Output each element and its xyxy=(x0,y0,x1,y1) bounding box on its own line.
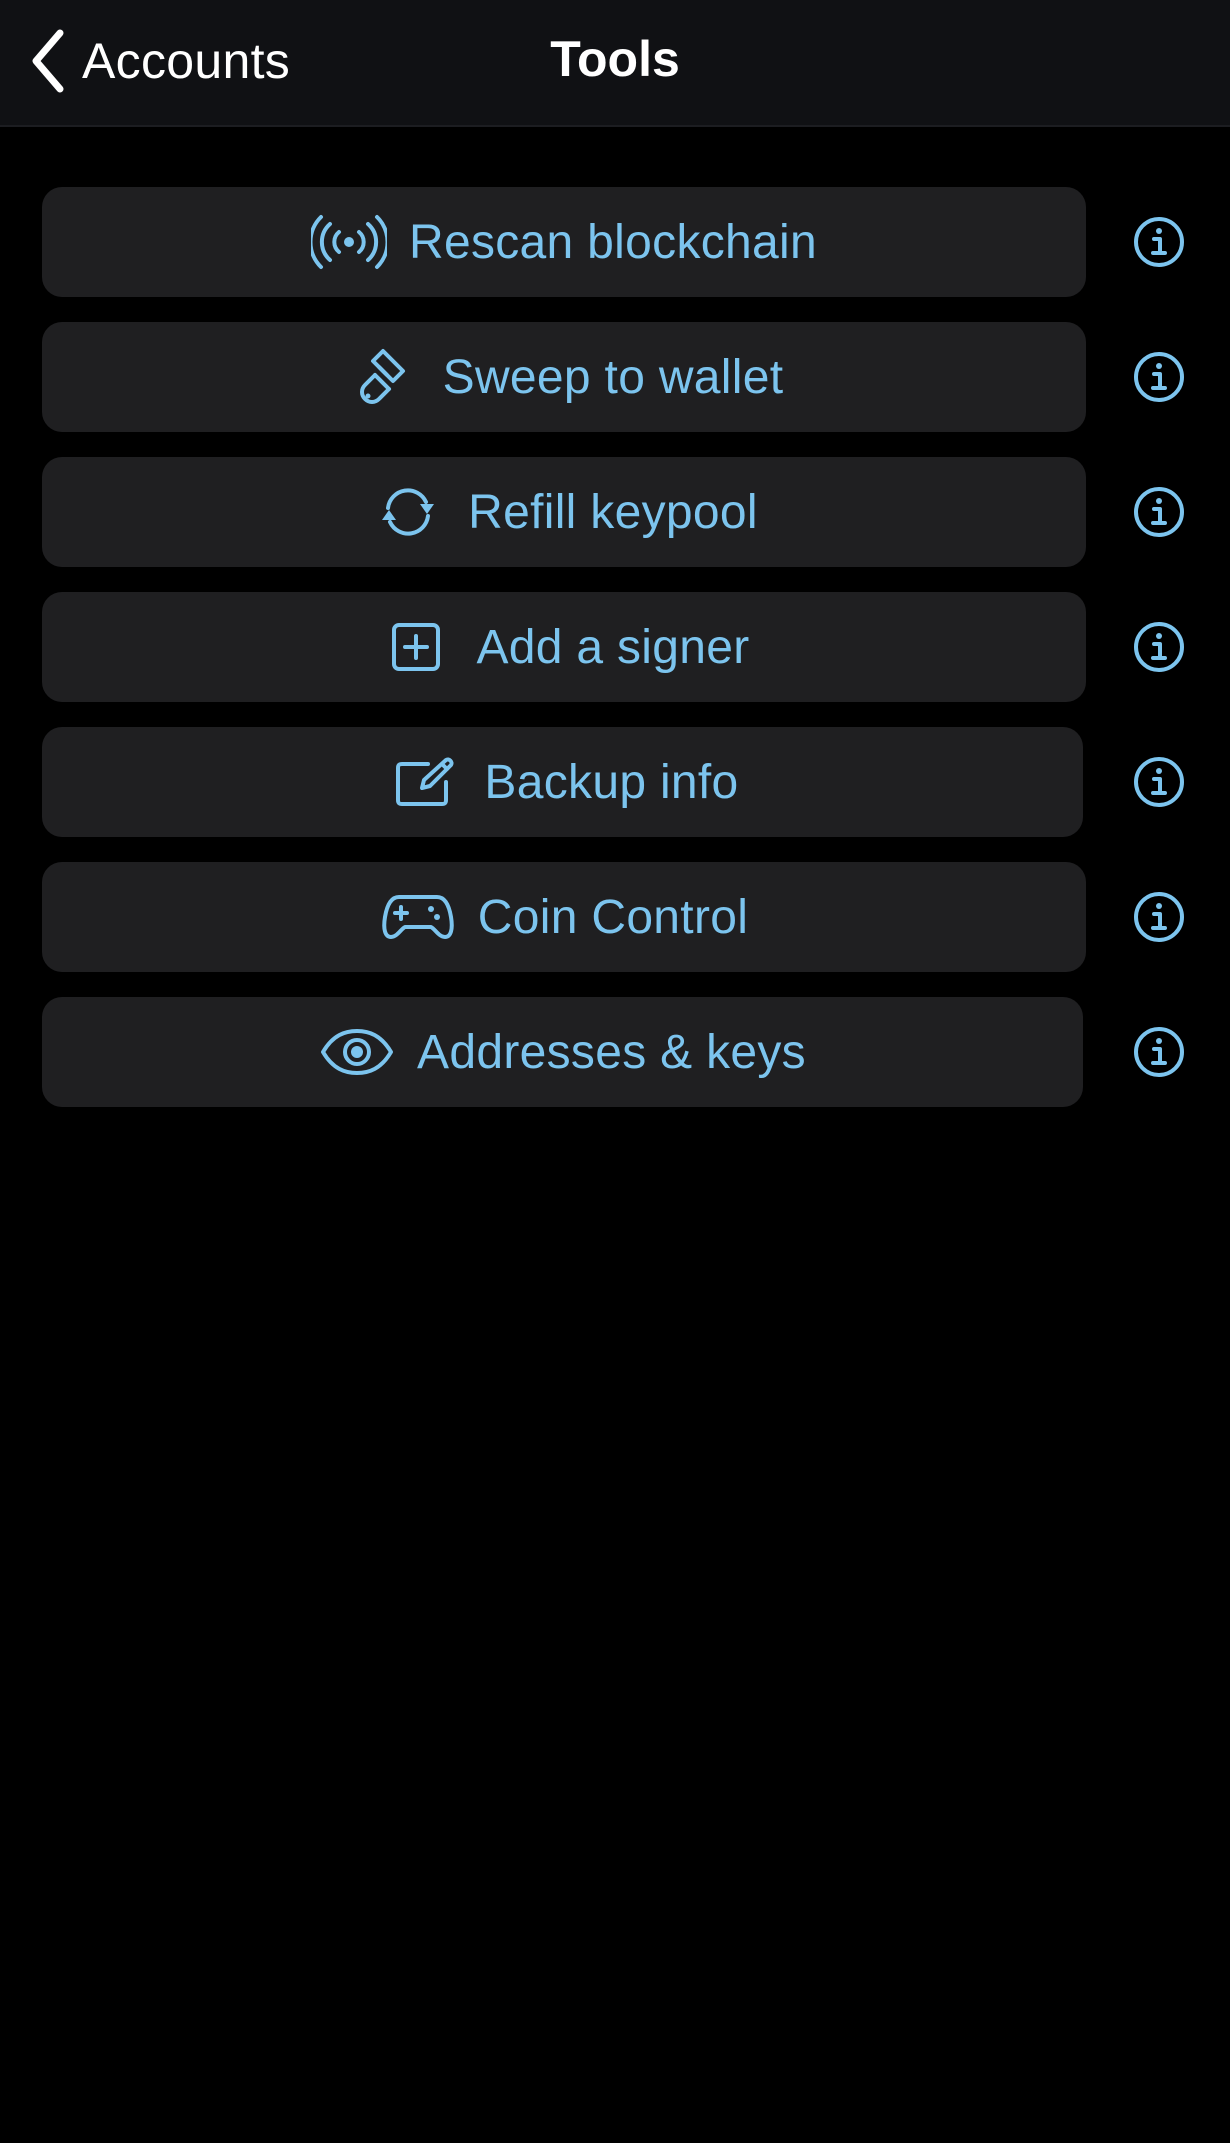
info-icon[interactable] xyxy=(1132,350,1186,404)
tool-label: Refill keypool xyxy=(468,485,758,539)
tool-row-rescan: Rescan blockchain xyxy=(0,187,1230,297)
refill-keypool-button[interactable]: Refill keypool xyxy=(42,457,1086,567)
coin-control-button[interactable]: Coin Control xyxy=(42,862,1086,972)
tool-row-backup: Backup info xyxy=(0,727,1230,837)
info-icon[interactable] xyxy=(1132,890,1186,944)
tool-row-coin-control: Coin Control xyxy=(0,862,1230,972)
tool-row-sweep: Sweep to wallet xyxy=(0,322,1230,432)
navigation-bar: Accounts Tools xyxy=(0,0,1230,127)
tool-label: Add a signer xyxy=(476,620,750,674)
page-title: Tools xyxy=(550,31,680,87)
gamepad-icon xyxy=(380,879,456,955)
tool-row-add-signer: Add a signer xyxy=(0,592,1230,702)
info-icon[interactable] xyxy=(1132,215,1186,269)
rescan-blockchain-button[interactable]: Rescan blockchain xyxy=(42,187,1086,297)
add-signer-button[interactable]: Add a signer xyxy=(42,592,1086,702)
info-icon[interactable] xyxy=(1132,755,1186,809)
sweep-to-wallet-button[interactable]: Sweep to wallet xyxy=(42,322,1086,432)
info-icon[interactable] xyxy=(1132,620,1186,674)
broadcast-icon xyxy=(311,204,387,280)
tools-list: Rescan blockchain Sweep to wallet Refill… xyxy=(0,187,1230,1132)
info-icon[interactable] xyxy=(1132,1025,1186,1079)
paintbrush-icon xyxy=(345,339,421,415)
info-icon[interactable] xyxy=(1132,485,1186,539)
tool-label: Coin Control xyxy=(477,890,749,944)
backup-info-button[interactable]: Backup info xyxy=(42,727,1083,837)
tool-label: Sweep to wallet xyxy=(442,350,784,404)
refresh-icon xyxy=(370,474,446,550)
tool-label: Addresses & keys xyxy=(417,1025,806,1079)
tool-row-refill: Refill keypool xyxy=(0,457,1230,567)
tool-row-addresses: Addresses & keys xyxy=(0,997,1230,1107)
tool-label: Backup info xyxy=(484,755,739,809)
tool-label: Rescan blockchain xyxy=(409,215,817,269)
plus-square-icon xyxy=(378,609,454,685)
edit-icon xyxy=(386,744,462,820)
eye-icon xyxy=(319,1014,395,1090)
addresses-keys-button[interactable]: Addresses & keys xyxy=(42,997,1083,1107)
